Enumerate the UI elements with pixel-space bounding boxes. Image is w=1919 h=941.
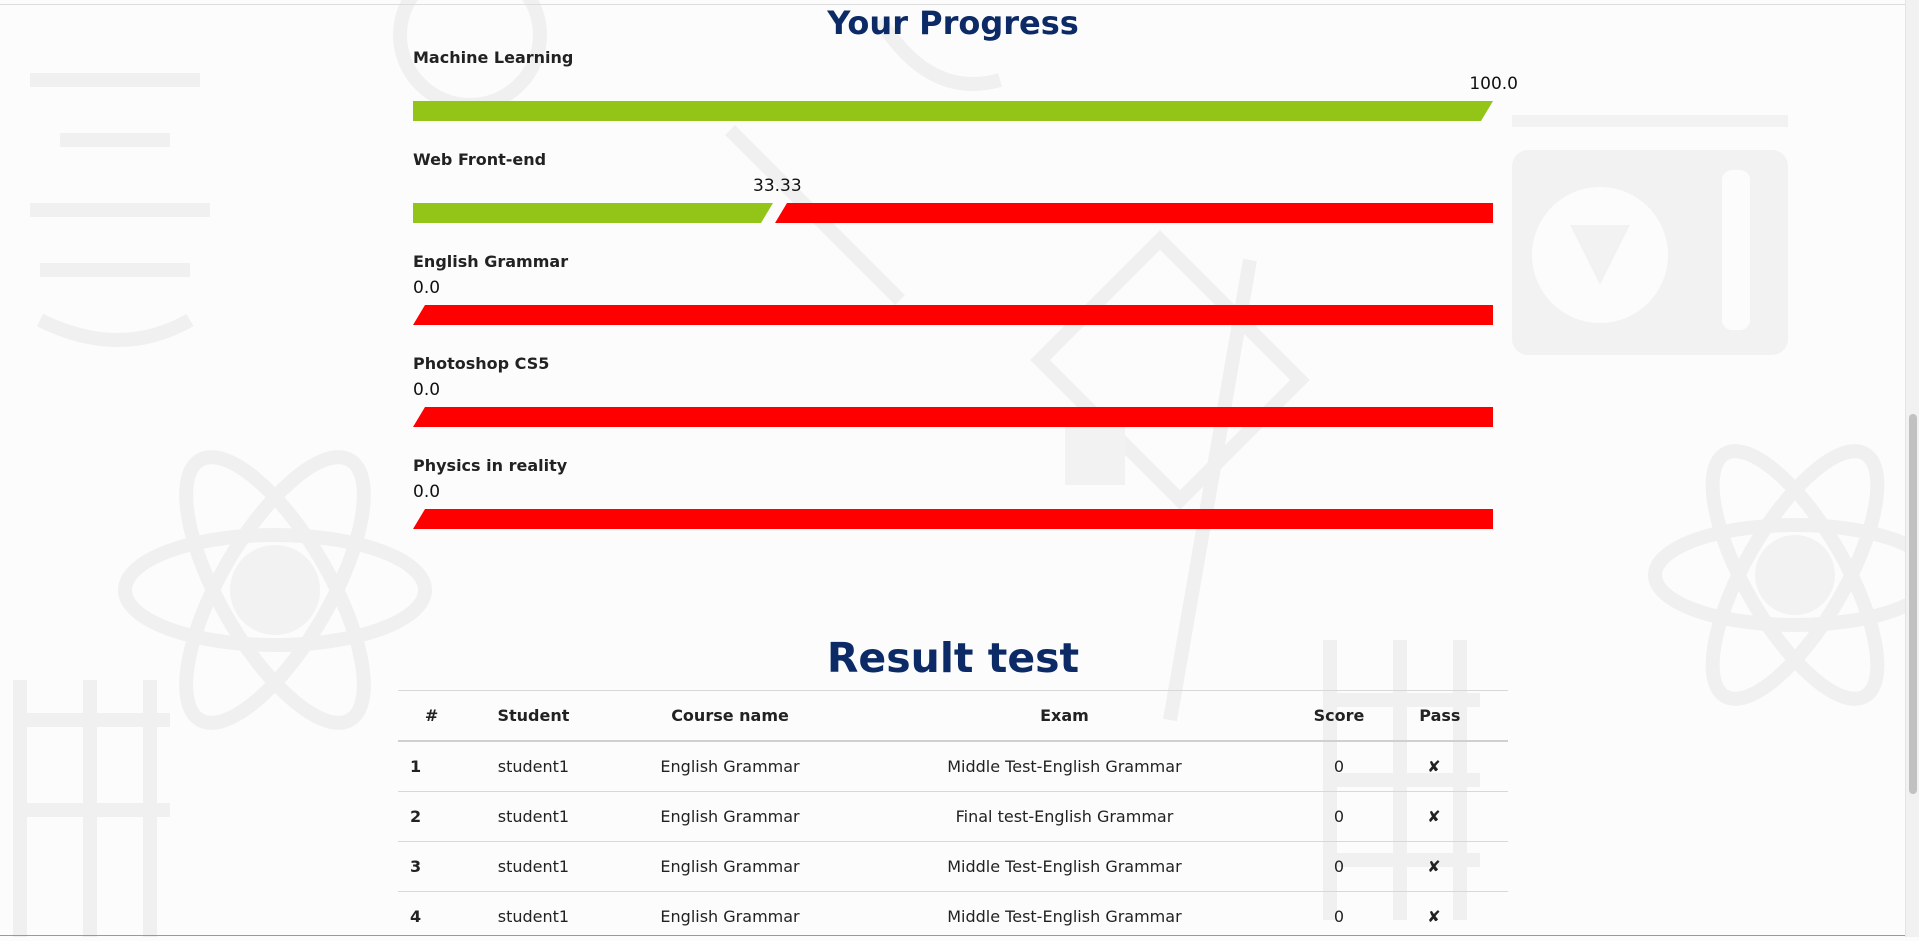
progress-percent-label: 0.0 [413, 380, 440, 400]
row-score: 0 [1271, 892, 1408, 941]
course-name: Web Front-end [413, 150, 546, 169]
progress-bar-complete [413, 203, 773, 223]
row-pass-status: ✘ [1407, 741, 1508, 792]
progress-bar [413, 305, 1493, 325]
row-pass-status: ✘ [1407, 892, 1508, 941]
column-header-course-name: Course name [602, 691, 859, 742]
course-progress-item: Photoshop CS5 0.0 [413, 354, 1494, 434]
row-course-name: English Grammar [602, 741, 859, 792]
row-exam: Middle Test-English Grammar [858, 741, 1270, 792]
column-header-student: Student [465, 691, 602, 742]
table-row: 2student1English GrammarFinal test-Engli… [398, 792, 1508, 842]
row-score: 0 [1271, 741, 1408, 792]
progress-bar [413, 203, 1493, 223]
progress-title: Your Progress [0, 1, 1906, 45]
row-exam: Middle Test-English Grammar [858, 892, 1270, 941]
bottom-divider [0, 935, 1906, 936]
course-progress-item: English Grammar 0.0 [413, 252, 1494, 332]
course-name: English Grammar [413, 252, 568, 271]
course-name: Machine Learning [413, 48, 573, 67]
course-progress-item: Web Front-end 33.33 [413, 150, 1494, 230]
course-progress-item: Physics in reality 0.0 [413, 456, 1494, 536]
row-score: 0 [1271, 842, 1408, 892]
row-course-name: English Grammar [602, 842, 859, 892]
progress-percent-label: 100.0 [1469, 74, 1518, 94]
progress-bar-remaining [413, 305, 1493, 325]
progress-bar [413, 407, 1493, 427]
table-row: 1student1English GrammarMiddle Test-Engl… [398, 741, 1508, 792]
row-score: 0 [1271, 792, 1408, 842]
row-exam: Middle Test-English Grammar [858, 842, 1270, 892]
progress-bar-complete [413, 101, 1493, 121]
row-pass-status: ✘ [1407, 792, 1508, 842]
column-header-number: # [398, 691, 465, 742]
progress-percent-label: 33.33 [753, 176, 802, 196]
row-student: student1 [465, 792, 602, 842]
progress-bar-remaining [775, 203, 1493, 223]
row-course-name: English Grammar [602, 892, 859, 941]
course-name: Photoshop CS5 [413, 354, 549, 373]
row-number: 4 [398, 892, 465, 941]
row-exam: Final test-English Grammar [858, 792, 1270, 842]
column-header-score: Score [1271, 691, 1408, 742]
row-number: 3 [398, 842, 465, 892]
column-header-exam: Exam [858, 691, 1270, 742]
result-table-body: 1student1English GrammarMiddle Test-Engl… [398, 741, 1508, 941]
progress-bar [413, 509, 1493, 529]
row-student: student1 [465, 892, 602, 941]
row-number: 1 [398, 741, 465, 792]
course-name: Physics in reality [413, 456, 567, 475]
result-table: # Student Course name Exam Score Pass 1s… [398, 690, 1508, 941]
row-course-name: English Grammar [602, 792, 859, 842]
table-row: 3student1English GrammarMiddle Test-Engl… [398, 842, 1508, 892]
result-test-title: Result test [0, 628, 1906, 688]
table-row: 4student1English GrammarMiddle Test-Engl… [398, 892, 1508, 941]
main-content: Your Progress Machine Learning100.0Web F… [0, 0, 1906, 937]
row-number: 2 [398, 792, 465, 842]
progress-bar-remaining [413, 407, 1493, 427]
progress-percent-label: 0.0 [413, 278, 440, 298]
progress-bar [413, 101, 1493, 121]
row-student: student1 [465, 741, 602, 792]
progress-bar-remaining [413, 509, 1493, 529]
top-divider [0, 4, 1906, 5]
column-header-pass: Pass [1407, 691, 1508, 742]
row-pass-status: ✘ [1407, 842, 1508, 892]
row-student: student1 [465, 842, 602, 892]
progress-percent-label: 0.0 [413, 482, 440, 502]
course-progress-item: Machine Learning100.0 [413, 48, 1494, 128]
vertical-scrollbar[interactable] [1905, 0, 1919, 937]
result-table-header-row: # Student Course name Exam Score Pass [398, 691, 1508, 742]
scrollbar-thumb[interactable] [1909, 414, 1917, 794]
